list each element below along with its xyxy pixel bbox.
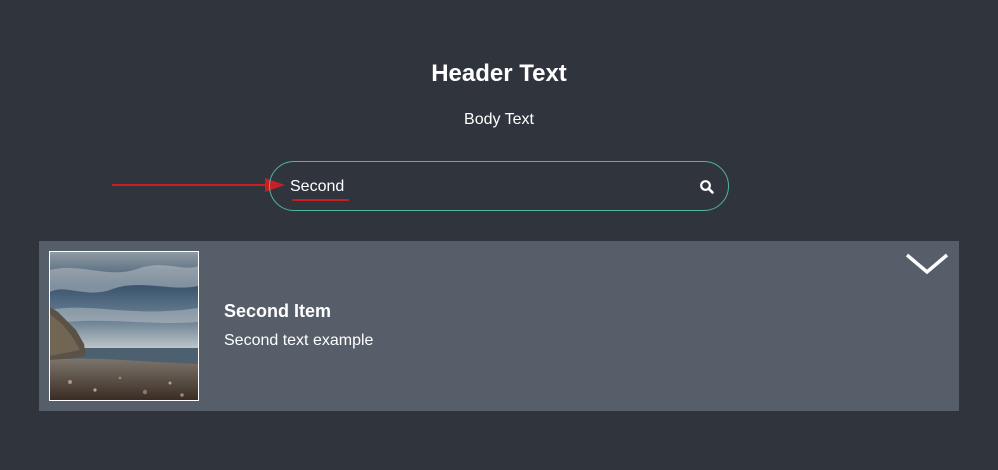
result-description: Second text example [224,332,374,349]
search-icon[interactable] [699,179,715,195]
annotation-arrow-icon [112,178,285,192]
result-thumbnail [49,251,199,401]
chevron-down-icon[interactable] [905,252,949,276]
search-box[interactable] [269,161,729,211]
search-input[interactable] [290,174,670,200]
spellcheck-underline [292,199,349,201]
result-card[interactable]: Second Item Second text example [39,241,959,411]
page-body-text: Body Text [464,111,534,128]
page-title: Header Text [431,60,567,87]
result-title: Second Item [224,301,332,321]
